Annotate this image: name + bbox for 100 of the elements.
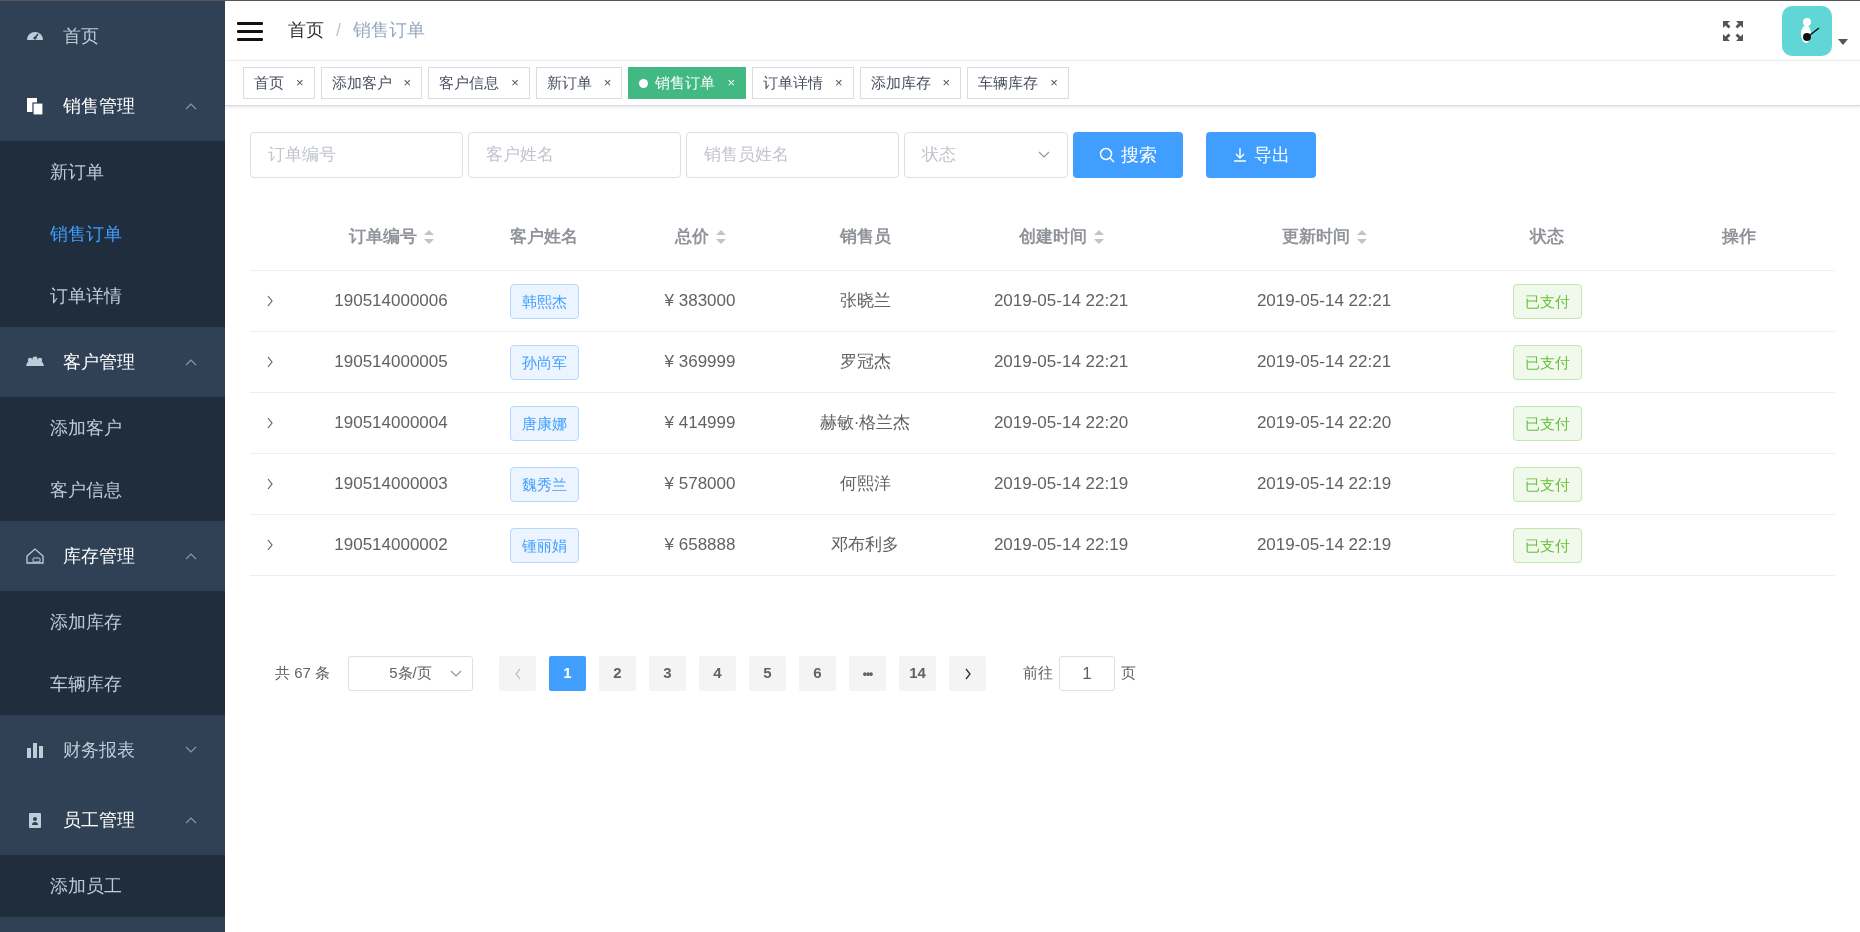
sidebar-group[interactable]: 员工管理 — [0, 785, 225, 855]
page-button[interactable]: 2 — [599, 656, 637, 691]
expand-icon[interactable] — [266, 539, 274, 551]
avatar-icon[interactable] — [1782, 5, 1832, 56]
tab-label[interactable]: 添加客户 — [331, 71, 392, 95]
tab-label[interactable]: 新订单 — [546, 71, 592, 95]
sidebar-group[interactable]: 销售管理 — [0, 71, 225, 141]
status-tag: 已支付 — [1512, 527, 1582, 563]
caret-icon[interactable] — [1838, 38, 1848, 45]
tab[interactable]: 新订单 × — [535, 67, 623, 99]
input-field[interactable]: 订单编号 — [250, 132, 463, 178]
page-button[interactable]: 5 — [749, 656, 787, 691]
close-icon[interactable]: × — [296, 73, 304, 93]
table-cell-text: ¥ 658888 — [664, 534, 736, 557]
table-cell-text: 2019-05-14 22:19 — [1256, 473, 1392, 496]
table-cell-text: 赫敏·格兰杰 — [819, 412, 911, 435]
table-cell-text: 2019-05-14 22:21 — [993, 351, 1129, 374]
table-cell-text: 2019-05-14 22:19 — [993, 473, 1129, 496]
close-icon[interactable]: × — [511, 73, 519, 93]
expand-icon[interactable] — [266, 417, 274, 429]
tab-label[interactable]: 订单详情 — [762, 71, 823, 95]
chevron-down-icon — [1038, 151, 1050, 159]
page-size-select[interactable]: 5条/页 — [348, 656, 474, 691]
table-cell-text: ¥ 369999 — [664, 351, 736, 374]
chevron-right-icon — [963, 667, 972, 680]
sidebar-group[interactable]: 财务报表 — [0, 715, 225, 785]
total-count: 共 67 条 — [275, 663, 331, 684]
table-cell-text: 190514000002 — [334, 534, 448, 557]
table-cell-text: 罗冠杰 — [839, 351, 891, 374]
tab-label[interactable]: 首页 — [254, 71, 284, 95]
close-icon[interactable]: × — [403, 73, 412, 93]
tab[interactable]: 添加库存 × — [859, 67, 962, 99]
chevron-down-icon — [450, 669, 463, 678]
tab[interactable]: 车辆库存 × — [967, 67, 1069, 99]
page-suffix: 页 — [1121, 663, 1137, 684]
customer-tag: 唐康娜 — [509, 405, 579, 441]
sidebar-subitem[interactable]: 新订单 — [0, 141, 225, 203]
document-icon — [25, 96, 45, 116]
expand-icon[interactable] — [266, 478, 274, 490]
page-button[interactable]: 14 — [899, 656, 937, 691]
more-pages-button[interactable]: ••• — [849, 656, 887, 691]
input-field[interactable]: 客户姓名 — [468, 132, 681, 178]
input-field[interactable]: 销售员姓名 — [686, 132, 899, 178]
bar-chart-icon — [25, 740, 45, 760]
menu-icon[interactable] — [237, 20, 263, 41]
table-cell-text: 邓布利多 — [831, 534, 899, 557]
page-button[interactable]: 6 — [799, 656, 837, 691]
tab-label[interactable]: 添加库存 — [870, 71, 931, 95]
tab[interactable]: 添加客户 × — [320, 67, 423, 99]
table-cell-text: ¥ 578000 — [664, 473, 736, 496]
table-cell-text: 2019-05-14 22:19 — [1256, 534, 1392, 557]
sidebar-subitem[interactable]: 添加库存 — [0, 591, 225, 653]
table-cell-text: 2019-05-14 22:20 — [1256, 412, 1392, 435]
expand-icon[interactable] — [266, 295, 274, 307]
breadcrumb-link[interactable]: 首页 — [288, 17, 324, 44]
table-cell-text: 2019-05-14 22:21 — [993, 290, 1129, 313]
status-tag: 已支付 — [1512, 344, 1582, 380]
goto-label: 前往 — [1023, 663, 1054, 684]
tab-label[interactable]: 客户信息 — [439, 71, 500, 95]
sidebar-subitem[interactable]: 订单详情 — [0, 265, 225, 327]
table-cell-text: 2019-05-14 22:21 — [1256, 290, 1392, 313]
tab[interactable]: 订单详情 × — [751, 67, 854, 99]
table-cell-text: 2019-05-14 22:20 — [993, 412, 1129, 435]
sidebar-subitem[interactable]: 添加客户 — [0, 397, 225, 459]
search-icon — [1099, 147, 1115, 163]
tab[interactable]: 首页 × — [243, 67, 315, 99]
table-cell-text: ¥ 383000 — [664, 290, 736, 313]
breadcrumb-current: 销售订单 — [353, 19, 425, 42]
expand-icon[interactable] — [266, 356, 274, 368]
table-cell-text: 190514000006 — [334, 290, 448, 313]
table-cell-text: 何熙洋 — [839, 473, 891, 496]
close-icon[interactable]: × — [603, 73, 612, 93]
sidebar-group[interactable]: 客户管理 — [0, 327, 225, 397]
customer-tag: 孙尚军 — [509, 344, 579, 380]
sidebar-subitem[interactable]: 车辆库存 — [0, 653, 225, 715]
sidebar-subitem[interactable]: 客户信息 — [0, 459, 225, 521]
page-input[interactable]: 1 — [1059, 656, 1116, 691]
breadcrumb-separator: / — [336, 19, 341, 42]
tab[interactable]: 客户信息 × — [428, 67, 530, 99]
tab-label[interactable]: 车辆库存 — [978, 71, 1039, 95]
page-button[interactable]: 3 — [649, 656, 687, 691]
fullscreen-icon[interactable] — [1722, 19, 1744, 42]
close-icon[interactable]: × — [942, 73, 951, 93]
page-button[interactable]: 4 — [699, 656, 737, 691]
sidebar-subitem[interactable]: 添加员工 — [0, 855, 225, 917]
close-icon[interactable]: × — [1050, 73, 1058, 93]
table-cell-text: 190514000005 — [334, 351, 448, 374]
customer-tag: 锺丽娟 — [509, 527, 579, 563]
table-cell-text: ¥ 414999 — [664, 412, 736, 435]
customer-tag: 魏秀兰 — [509, 466, 579, 502]
customer-tag: 韩熙杰 — [509, 283, 579, 319]
house-icon — [25, 546, 45, 566]
sidebar-subitem[interactable]: 销售订单 — [0, 203, 225, 265]
download-icon — [1232, 147, 1248, 163]
close-icon[interactable]: × — [834, 73, 843, 93]
sidebar-item[interactable]: 首页 — [0, 1, 225, 71]
chevron-left-icon — [513, 667, 522, 680]
table-cell-text: 2019-05-14 22:19 — [993, 534, 1129, 557]
table-cell-text: 190514000004 — [334, 412, 448, 435]
sidebar-group[interactable]: 库存管理 — [0, 521, 225, 591]
